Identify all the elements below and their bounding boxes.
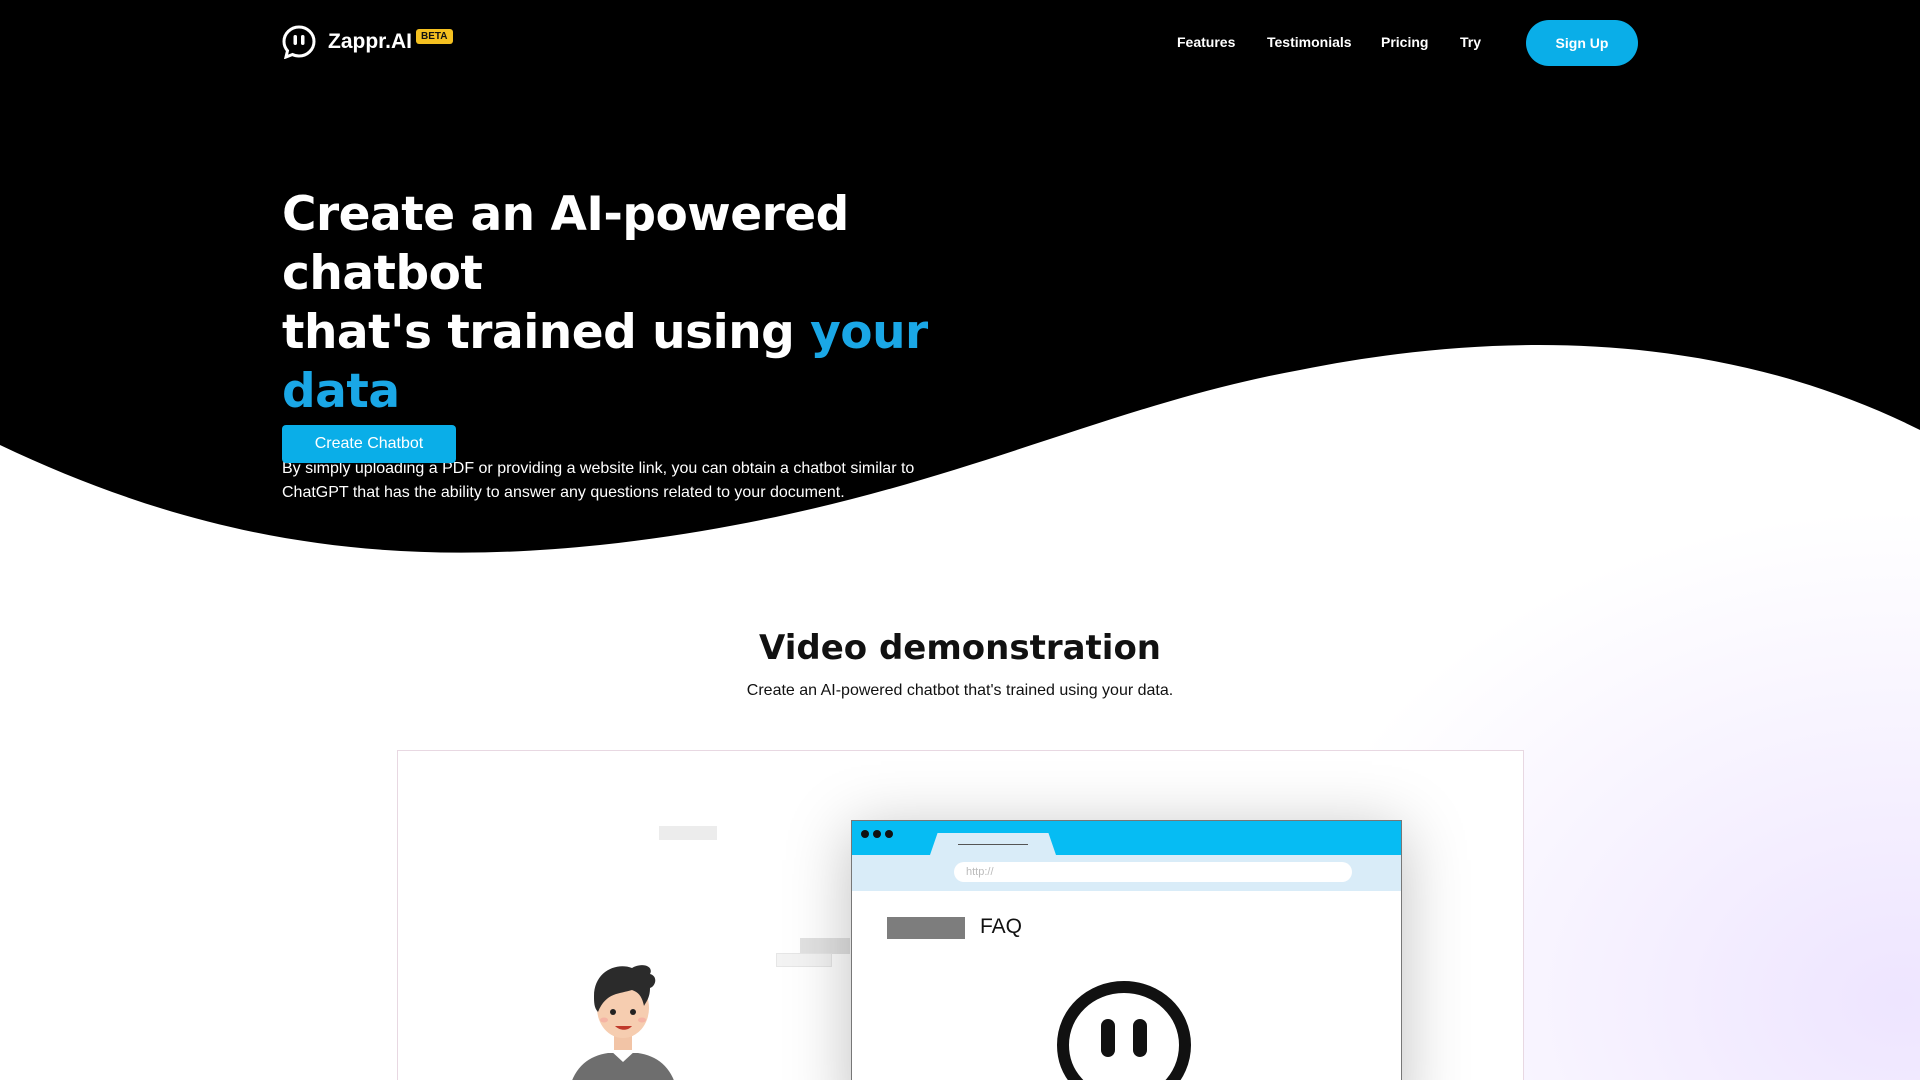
hero-title-line1: Create an AI-powered chatbot xyxy=(282,187,849,301)
nav-link-try[interactable]: Try xyxy=(1460,34,1481,50)
brand-logo[interactable]: Zappr.AI BETA xyxy=(282,25,453,59)
create-chatbot-button[interactable]: Create Chatbot xyxy=(282,425,456,463)
faq-label: FAQ xyxy=(980,915,1023,938)
person-illustration xyxy=(572,965,674,1080)
nav-link-features[interactable]: Features xyxy=(1177,34,1235,50)
browser-titlebar xyxy=(852,821,1401,855)
video-section-subtitle: Create an AI-powered chatbot that's trai… xyxy=(746,682,1174,699)
browser-url-bar: http:// xyxy=(954,862,1352,882)
hero-section: Create an AI-powered chatbot that's trai… xyxy=(282,185,1042,505)
browser-mockup: http:// FAQ xyxy=(851,820,1402,1080)
hero-title: Create an AI-powered chatbot that's trai… xyxy=(282,185,1042,421)
nav-link-pricing[interactable]: Pricing xyxy=(1381,34,1428,50)
window-dots-icon xyxy=(861,830,893,838)
video-demonstration-section: Video demonstration Create an AI-powered… xyxy=(0,628,1920,700)
hero-subtitle: By simply uploading a PDF or providing a… xyxy=(282,457,1002,505)
placeholder-bar xyxy=(800,938,850,954)
hero-title-line2-prefix: that's trained using xyxy=(282,305,811,360)
hero-subtitle-line2: ChatGPT that has the ability to answer a… xyxy=(282,484,845,501)
video-player[interactable]: http:// FAQ xyxy=(397,750,1524,1080)
browser-tab xyxy=(930,833,1056,855)
faq-placeholder-block xyxy=(887,917,965,939)
brand-name: Zappr.AI xyxy=(328,30,413,53)
nav-link-testimonials[interactable]: Testimonials xyxy=(1267,34,1352,50)
sign-up-button[interactable]: Sign Up xyxy=(1526,20,1638,66)
browser-address-row: http:// xyxy=(852,855,1401,891)
placeholder-bar xyxy=(776,953,832,967)
chat-bubble-logo-icon xyxy=(282,25,316,59)
video-section-title: Video demonstration xyxy=(758,628,1162,668)
chatbot-logo-icon xyxy=(1057,981,1191,1080)
placeholder-bar xyxy=(659,826,717,840)
top-navigation: Zappr.AI BETA Features Testimonials Pric… xyxy=(0,0,1920,86)
beta-badge: BETA xyxy=(416,28,453,44)
